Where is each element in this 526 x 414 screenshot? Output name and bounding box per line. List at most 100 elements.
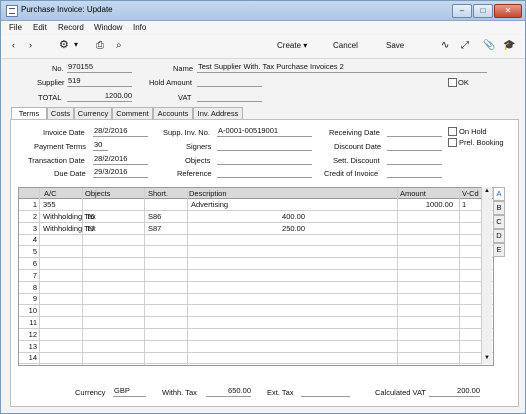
next-arrow-icon[interactable]: › xyxy=(29,40,32,50)
ok-checkbox[interactable] xyxy=(448,78,457,87)
cell-description[interactable]: Advertising xyxy=(191,200,228,209)
print-preview-icon[interactable]: ⌕ xyxy=(116,40,122,51)
table-row[interactable]: 2 Withholding Tax T6 S86 400.00 xyxy=(19,211,493,223)
tab-currency[interactable]: Currency xyxy=(74,107,112,119)
cell-description[interactable]: 250.00 xyxy=(191,224,305,233)
cell-ac[interactable]: 355 xyxy=(43,200,56,209)
close-button[interactable]: ✕ xyxy=(494,4,522,18)
supplier-field[interactable]: 519 xyxy=(67,76,132,87)
row-number: 7 xyxy=(32,270,37,280)
row-number: 6 xyxy=(32,259,37,268)
gear-icon[interactable]: ⚙ xyxy=(59,38,69,51)
minimize-button[interactable]: – xyxy=(452,4,472,18)
no-label: No. xyxy=(52,64,64,73)
reference-field[interactable] xyxy=(217,167,312,178)
previous-arrow-icon[interactable]: ‹ xyxy=(12,40,15,50)
cell-short[interactable]: S86 xyxy=(148,212,161,221)
cancel-button[interactable]: Cancel xyxy=(333,41,358,50)
table-row[interactable]: 11 xyxy=(19,317,493,329)
field-tab-b[interactable]: B xyxy=(493,201,505,215)
menu-record[interactable]: Record xyxy=(58,23,84,32)
receiving-date-field[interactable] xyxy=(387,126,442,137)
menu-edit[interactable]: Edit xyxy=(33,23,47,32)
ext-tax-field[interactable] xyxy=(301,386,350,397)
table-row[interactable]: 4 xyxy=(19,234,493,247)
table-row[interactable]: 12 xyxy=(19,329,493,341)
gear-menu-arrow-icon[interactable]: ▾ xyxy=(74,40,78,49)
field-tab-d[interactable]: D xyxy=(493,229,505,243)
hold-amount-field[interactable] xyxy=(197,76,262,87)
scroll-down-icon[interactable]: ▼ xyxy=(484,355,490,361)
prel-booking-checkbox[interactable] xyxy=(448,138,457,147)
cell-short[interactable]: S87 xyxy=(148,224,161,233)
field-tab-c[interactable]: C xyxy=(493,215,505,229)
sett-discount-field[interactable] xyxy=(387,154,442,165)
table-row[interactable]: 3 Withholding Tax T7 S87 250.00 xyxy=(19,223,493,235)
table-row[interactable]: 10 xyxy=(19,305,493,318)
name-label: Name xyxy=(173,64,194,73)
transaction-date-field[interactable]: 28/2/2016 xyxy=(93,154,148,165)
card-tabs: Terms Costs Currency Comment Accounts In… xyxy=(11,107,516,120)
scroll-up-icon[interactable]: ▲ xyxy=(484,188,490,194)
tab-accounts[interactable]: Accounts xyxy=(153,107,193,119)
currency-field[interactable]: GBP xyxy=(113,386,146,397)
graduation-cap-icon[interactable]: 🎓 xyxy=(503,40,515,51)
title-bar[interactable]: Purchase Invoice: Update – □ ✕ xyxy=(1,1,525,21)
field-tab-a[interactable]: A xyxy=(493,187,505,201)
create-button[interactable]: Create ▾ xyxy=(277,41,307,50)
expand-icon[interactable]: ⤢ xyxy=(461,40,469,51)
row-number: 14 xyxy=(28,353,37,363)
table-row[interactable]: 6 xyxy=(19,258,493,270)
rows-grid: A/C Objects Short. Description Amount V-… xyxy=(18,187,494,366)
credit-of-invoice-field[interactable] xyxy=(387,167,442,178)
table-row[interactable]: 5 xyxy=(19,246,493,259)
payment-terms-field[interactable]: 30 xyxy=(93,140,108,151)
invoice-date-field[interactable]: 28/2/2016 xyxy=(93,126,148,137)
cell-objects[interactable]: T7 xyxy=(86,224,95,233)
supp-inv-no-field[interactable]: A-0001-00519001 xyxy=(217,126,312,137)
table-row[interactable]: 9 xyxy=(19,293,493,306)
signature-icon[interactable]: ∿ xyxy=(441,40,449,51)
signers-label: Signers xyxy=(186,142,212,151)
name-field[interactable]: Test Supplier With. Tax Purchase Invoice… xyxy=(197,62,487,73)
objects-field[interactable] xyxy=(217,154,312,165)
withh-tax-label: Withh. Tax xyxy=(162,388,197,397)
cell-amount[interactable]: 1000.00 xyxy=(401,200,453,209)
no-field[interactable]: 970155 xyxy=(67,62,132,73)
paperclip-icon[interactable]: 📎 xyxy=(483,40,495,51)
discount-date-field[interactable] xyxy=(387,140,442,151)
row-number: 11 xyxy=(29,318,37,327)
menu-window[interactable]: Window xyxy=(94,23,122,32)
tab-comment[interactable]: Comment xyxy=(112,107,153,119)
supp-inv-no-label: Supp. Inv. No. xyxy=(163,128,210,137)
save-button[interactable]: Save xyxy=(386,41,404,50)
signers-field[interactable] xyxy=(217,140,312,151)
table-row[interactable]: 7 xyxy=(19,270,493,282)
tab-inv-address[interactable]: Inv. Address xyxy=(193,107,243,119)
table-row[interactable]: 1 355 Advertising 1000.00 1 xyxy=(19,199,493,211)
calculated-vat-field[interactable]: 200.00 xyxy=(429,386,480,397)
column-vcd: V-Cd xyxy=(462,189,479,198)
row-number: 8 xyxy=(32,282,37,292)
menu-file[interactable]: File xyxy=(9,23,22,32)
on-hold-checkbox[interactable] xyxy=(448,127,457,136)
menu-info[interactable]: Info xyxy=(133,23,146,32)
tab-costs[interactable]: Costs xyxy=(47,107,74,119)
cell-objects[interactable]: T6 xyxy=(86,212,95,221)
cell-description[interactable]: 400.00 xyxy=(191,212,305,221)
vat-field[interactable] xyxy=(197,91,262,102)
printer-icon[interactable]: ⎙ xyxy=(96,40,104,51)
field-tab-e[interactable]: E xyxy=(493,243,505,257)
total-field[interactable]: 1200.00 xyxy=(67,91,132,102)
cell-vcd[interactable]: 1 xyxy=(462,200,466,209)
window-title: Purchase Invoice: Update xyxy=(21,5,113,14)
grid-scrollbar[interactable]: ▲ ▼ xyxy=(481,187,492,364)
table-row[interactable]: 8 xyxy=(19,282,493,294)
row-number: 4 xyxy=(32,235,37,245)
purchase-invoice-window: Purchase Invoice: Update – □ ✕ File Edit… xyxy=(0,0,526,414)
table-row[interactable]: 13 xyxy=(19,341,493,353)
table-row[interactable]: 14 xyxy=(19,352,493,365)
withh-tax-field[interactable]: 650.00 xyxy=(206,386,251,397)
maximize-button[interactable]: □ xyxy=(473,4,493,18)
due-date-field[interactable]: 29/3/2016 xyxy=(93,167,148,178)
